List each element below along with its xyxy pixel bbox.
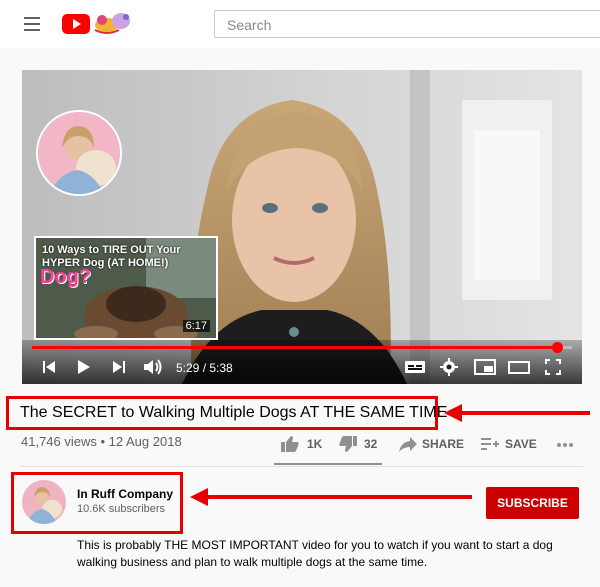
progress-bar[interactable] xyxy=(32,342,572,353)
dislike-button[interactable]: 32 xyxy=(338,435,382,457)
subscriber-count: 10.6K subscribers xyxy=(77,503,166,515)
annotation-arrow-title xyxy=(444,404,590,422)
share-label: SHARE xyxy=(422,437,465,451)
video-player[interactable]: 10 Ways to TIRE OUT Your HYPER Dog (AT H… xyxy=(22,70,582,384)
search-input[interactable]: Search xyxy=(214,10,600,38)
channel-avatar[interactable] xyxy=(22,480,66,524)
miniplayer-icon[interactable] xyxy=(474,358,496,376)
doodle-logo-icon[interactable] xyxy=(93,10,133,36)
subtitles-icon[interactable] xyxy=(404,358,426,376)
like-button[interactable]: 1K xyxy=(280,435,326,457)
progress-fill xyxy=(32,346,558,349)
dislike-count: 32 xyxy=(364,437,378,451)
menu-icon[interactable] xyxy=(24,17,40,31)
video-description: This is probably THE MOST IMPORTANT vide… xyxy=(77,538,553,569)
search-placeholder: Search xyxy=(227,17,272,33)
previous-icon[interactable] xyxy=(40,358,58,376)
endcard-duration: 6:17 xyxy=(182,320,210,332)
time-display: 5:29 / 5:38 xyxy=(176,361,233,375)
divider xyxy=(21,466,583,467)
channel-watermark-avatar[interactable] xyxy=(36,110,122,196)
top-bar: Search xyxy=(0,0,600,48)
like-count: 1K xyxy=(307,437,323,451)
video-actions: 1K 32 SHARE SAVE xyxy=(0,431,600,461)
fullscreen-icon[interactable] xyxy=(544,358,562,376)
save-label: SAVE xyxy=(505,437,537,451)
next-icon[interactable] xyxy=(110,358,128,376)
share-icon xyxy=(399,437,417,452)
theater-mode-icon[interactable] xyxy=(508,358,530,376)
play-icon[interactable] xyxy=(74,358,92,376)
settings-gear-icon[interactable] xyxy=(440,358,458,376)
share-button[interactable]: SHARE xyxy=(398,435,464,457)
thumbs-down-icon xyxy=(339,436,357,452)
add-to-playlist-icon xyxy=(481,438,499,450)
more-actions-icon[interactable] xyxy=(556,442,574,448)
thumbs-up-icon xyxy=(281,436,299,452)
endcard-video[interactable]: 10 Ways to TIRE OUT Your HYPER Dog (AT H… xyxy=(34,236,218,340)
like-ratio-bar xyxy=(274,463,382,465)
subscribe-button[interactable]: SUBSCRIBE xyxy=(486,487,579,519)
youtube-logo-icon[interactable] xyxy=(62,14,90,34)
volume-icon[interactable] xyxy=(142,358,164,376)
endcard-overlay-text: Dog? xyxy=(40,266,92,288)
save-button[interactable]: SAVE xyxy=(480,435,540,457)
annotation-arrow-channel xyxy=(190,488,472,506)
channel-name[interactable]: In Ruff Company xyxy=(77,487,173,501)
video-title: The SECRET to Walking Multiple Dogs AT T… xyxy=(20,404,448,421)
